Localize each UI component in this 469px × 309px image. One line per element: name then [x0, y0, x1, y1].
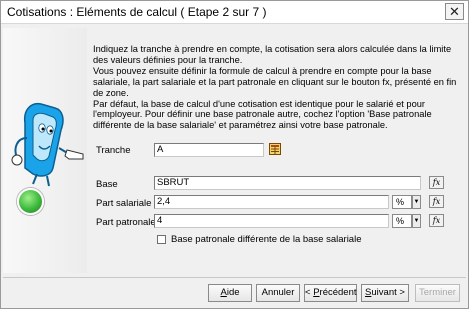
base-patronale-checkbox[interactable] [157, 235, 166, 244]
part-patronale-label: Part patronale [96, 217, 156, 228]
base-patronale-checkbox-label[interactable]: Base patronale différente de la base sal… [171, 234, 361, 245]
instruction-paragraph-3: Par défaut, la base de calcul d'une coti… [93, 98, 432, 131]
tranche-label: Tranche [96, 145, 131, 156]
aide-button-label: ide [226, 287, 240, 298]
chevron-down-icon[interactable]: ▼ [412, 214, 421, 228]
part-salariale-fx-button[interactable]: fx [429, 195, 444, 208]
part-salariale-label: Part salariale [96, 198, 152, 209]
green-status-light-icon [17, 188, 44, 215]
precedent-button[interactable]: < Précédent [304, 284, 357, 302]
title-bar: Cotisations : Eléments de calcul ( Etape… [1, 1, 468, 24]
suivant-button-label: uivant > [371, 287, 405, 298]
terminer-button: Terminer [415, 284, 460, 302]
part-salariale-unit-select[interactable]: % [392, 195, 412, 209]
table-picker-icon[interactable] [269, 143, 281, 155]
close-button[interactable]: ✕ [445, 3, 464, 20]
chevron-down-icon[interactable]: ▼ [412, 195, 421, 209]
instructions-text: Indiquez la tranche à prendre en compte,… [93, 44, 461, 131]
base-label: Base [96, 179, 118, 190]
base-fx-button[interactable]: fx [429, 176, 444, 189]
part-patronale-field[interactable]: 4 [154, 214, 389, 228]
annuler-button[interactable]: Annuler [256, 284, 300, 302]
part-salariale-field[interactable]: 2,4 [154, 195, 389, 209]
window-title: Cotisations : Eléments de calcul ( Etape… [7, 5, 267, 19]
part-patronale-fx-button[interactable]: fx [429, 214, 444, 227]
tranche-field[interactable]: A [154, 143, 264, 157]
suivant-button[interactable]: Suivant > [361, 284, 409, 302]
dialog-window: Cotisations : Eléments de calcul ( Etape… [0, 0, 469, 309]
footer-divider [3, 277, 466, 278]
assistant-mascot-icon [11, 102, 84, 187]
base-field[interactable]: SBRUT [154, 176, 421, 190]
aide-button[interactable]: Aide [208, 284, 252, 302]
side-panel [3, 28, 87, 273]
part-patronale-unit-select[interactable]: % [392, 214, 412, 228]
instruction-paragraph-1: Indiquez la tranche à prendre en compte,… [93, 44, 452, 65]
precedent-button-prefix: < [305, 287, 314, 298]
instruction-paragraph-2: Vous pouvez ensuite définir la formule d… [93, 65, 457, 98]
precedent-button-label: récédent [319, 287, 357, 298]
content-area: Indiquez la tranche à prendre en compte,… [87, 28, 466, 273]
